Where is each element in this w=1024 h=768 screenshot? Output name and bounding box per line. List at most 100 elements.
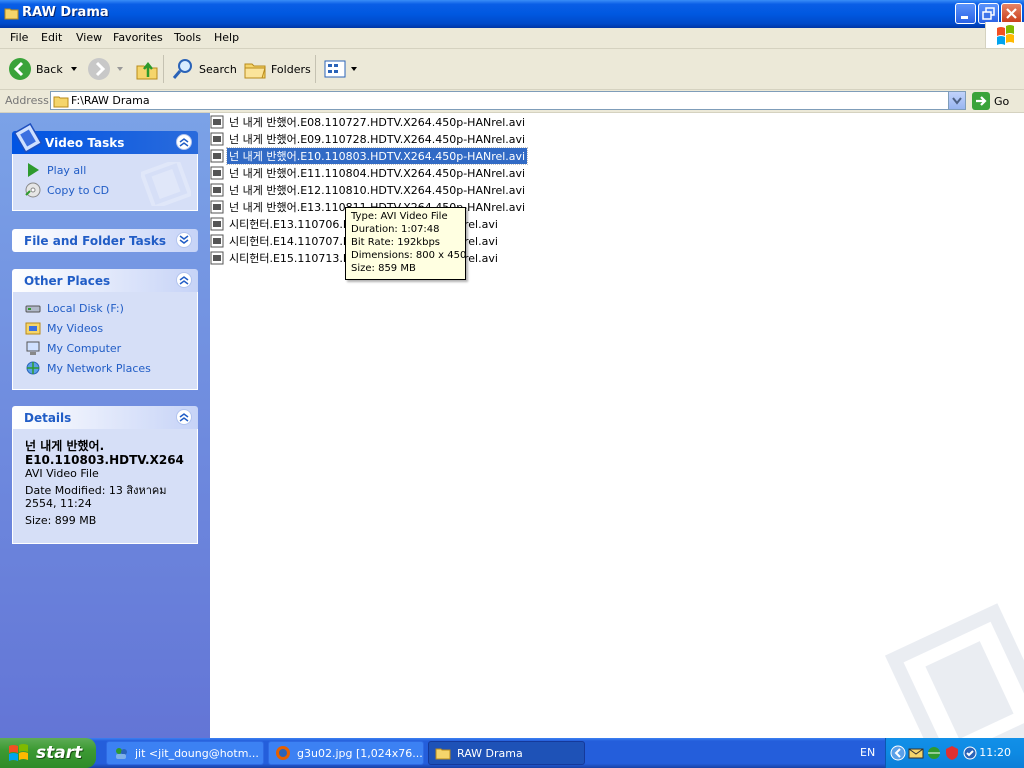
details-file-type: AVI Video File — [25, 467, 99, 480]
my-videos-link[interactable]: My Videos — [25, 318, 185, 338]
play-icon — [28, 163, 39, 177]
security-icon[interactable] — [944, 745, 960, 761]
antivirus-icon[interactable] — [962, 745, 978, 761]
folder-icon — [53, 96, 69, 108]
video-tasks-header[interactable]: Video Tasks — [12, 123, 198, 154]
address-input[interactable]: F:\RAW Drama — [50, 91, 966, 110]
chevron-down-icon — [351, 67, 357, 71]
language-indicator[interactable]: EN — [860, 746, 875, 759]
up-folder-icon — [136, 61, 158, 80]
film-watermark-icon — [141, 162, 191, 206]
back-button[interactable]: Back — [8, 55, 81, 83]
windows-logo-icon — [985, 22, 1024, 48]
mail-icon[interactable] — [908, 745, 924, 761]
views-icon — [324, 60, 346, 78]
chevron-down-icon — [952, 97, 962, 105]
address-dropdown-button[interactable] — [948, 92, 965, 109]
details-file-name-line2: E10.110803.HDTV.X264.450p — [25, 453, 185, 467]
collapse-icon[interactable] — [176, 134, 192, 150]
taskbar-button-raw-drama[interactable]: RAW Drama — [428, 741, 585, 765]
firefox-icon — [276, 746, 290, 760]
messenger-icon — [116, 748, 127, 759]
address-label: Address — [5, 94, 49, 107]
video-tasks-body: Play all Copy to CD — [12, 154, 198, 211]
menu-bar: File Edit View Favorites Tools Help — [0, 28, 1024, 49]
toolbar: Back Search Folders — [0, 49, 1024, 90]
chevron-down-icon[interactable] — [115, 64, 127, 74]
avi-file-icon — [210, 183, 224, 196]
system-tray: 11:20 — [885, 738, 1024, 768]
details-body: 넌 내게 반했어. E10.110803.HDTV.X264.450p AVI … — [12, 429, 198, 544]
task-pane: Video Tasks Play all Copy to CD File and… — [0, 113, 210, 738]
up-folder-button[interactable] — [135, 55, 159, 83]
clock[interactable]: 11:20 — [979, 746, 1011, 759]
my-computer-link[interactable]: My Computer — [25, 338, 185, 358]
file-folder-tasks-header[interactable]: File and Folder Tasks — [12, 229, 198, 252]
folder-icon — [435, 748, 451, 760]
avi-file-icon — [210, 200, 224, 213]
file-info-tooltip: Type: AVI Video File Duration: 1:07:48 B… — [345, 207, 466, 280]
video-tasks-panel: Video Tasks Play all Copy to CD — [12, 123, 198, 211]
details-file-name-line1: 넌 내게 반했어. — [25, 439, 105, 453]
file-item[interactable]: 넌 내게 반했어.E12.110810.HDTV.X264.450p-HANre… — [210, 181, 527, 198]
tray-expand-icon[interactable] — [890, 745, 906, 761]
film-watermark-icon — [884, 603, 1024, 738]
avi-file-icon — [210, 217, 224, 230]
details-panel: Details 넌 내게 반했어. E10.110803.HDTV.X264.4… — [12, 406, 198, 544]
details-date-modified: Date Modified: 13 สิงหาคม 2554, 11:24 — [25, 484, 167, 510]
avi-file-icon — [210, 132, 224, 145]
file-item[interactable]: 넌 내게 반했어.E09.110728.HDTV.X264.450p-HANre… — [210, 130, 527, 147]
title-bar[interactable]: RAW Drama — [0, 0, 1024, 28]
menu-view[interactable]: View — [76, 31, 102, 44]
search-button[interactable]: Search — [171, 55, 237, 83]
other-places-header[interactable]: Other Places — [12, 269, 198, 292]
minimize-button[interactable] — [955, 3, 976, 24]
back-arrow-icon — [9, 58, 31, 80]
search-icon — [172, 59, 192, 79]
expand-icon[interactable] — [176, 232, 192, 248]
other-places-body: Local Disk (F:) My Videos My Computer My… — [12, 292, 198, 390]
local-disk-link[interactable]: Local Disk (F:) — [25, 298, 185, 318]
collapse-icon[interactable] — [176, 272, 192, 288]
file-list: 넌 내게 반했어.E08.110727.HDTV.X264.450p-HANre… — [210, 113, 1024, 738]
computer-icon — [26, 341, 40, 355]
avi-file-icon — [210, 166, 224, 179]
cd-icon — [25, 182, 41, 198]
taskbar-button-firefox[interactable]: g3u02.jpg [1,024x76... — [268, 741, 424, 765]
menu-edit[interactable]: Edit — [41, 31, 62, 44]
file-item-selected[interactable]: 넌 내게 반했어.E10.110803.HDTV.X264.450p-HANre… — [210, 146, 529, 165]
my-network-places-link[interactable]: My Network Places — [25, 358, 185, 378]
menu-help[interactable]: Help — [214, 31, 239, 44]
menu-favorites[interactable]: Favorites — [113, 31, 163, 44]
file-item[interactable]: 넌 내게 반했어.E08.110727.HDTV.X264.450p-HANre… — [210, 113, 527, 130]
close-button[interactable] — [1001, 3, 1022, 24]
file-item[interactable]: 넌 내게 반했어.E11.110804.HDTV.X264.450p-HANre… — [210, 164, 527, 181]
avi-file-icon — [210, 234, 224, 247]
forward-button[interactable] — [87, 55, 127, 83]
network-icon[interactable] — [926, 745, 942, 761]
windows-logo-icon — [9, 744, 28, 761]
start-button[interactable]: start — [0, 738, 96, 768]
details-size: Size: 899 MB — [25, 514, 97, 527]
taskbar-button-messenger[interactable]: jit <jit_doung@hotm... — [106, 741, 264, 765]
menu-tools[interactable]: Tools — [174, 31, 201, 44]
other-places-panel: Other Places Local Disk (F:) My Videos M… — [12, 269, 198, 390]
chevron-down-icon[interactable] — [69, 64, 81, 74]
video-film-icon — [14, 123, 42, 153]
collapse-icon[interactable] — [176, 409, 192, 425]
avi-file-icon — [210, 149, 224, 162]
forward-arrow-icon — [88, 58, 110, 80]
go-button[interactable]: Go — [972, 92, 1009, 110]
views-button[interactable] — [323, 55, 359, 83]
taskbar: start jit <jit_doung@hotm... g3u02.jpg [… — [0, 738, 1024, 768]
folders-icon — [244, 63, 266, 79]
folders-button[interactable]: Folders — [243, 55, 311, 83]
address-value: F:\RAW Drama — [71, 94, 150, 107]
folder-icon — [4, 5, 20, 24]
menu-file[interactable]: File — [10, 31, 28, 44]
details-header[interactable]: Details — [12, 406, 198, 429]
network-icon — [26, 361, 40, 375]
my-videos-icon — [25, 322, 41, 335]
avi-file-icon — [210, 115, 224, 128]
restore-button[interactable] — [978, 3, 999, 24]
